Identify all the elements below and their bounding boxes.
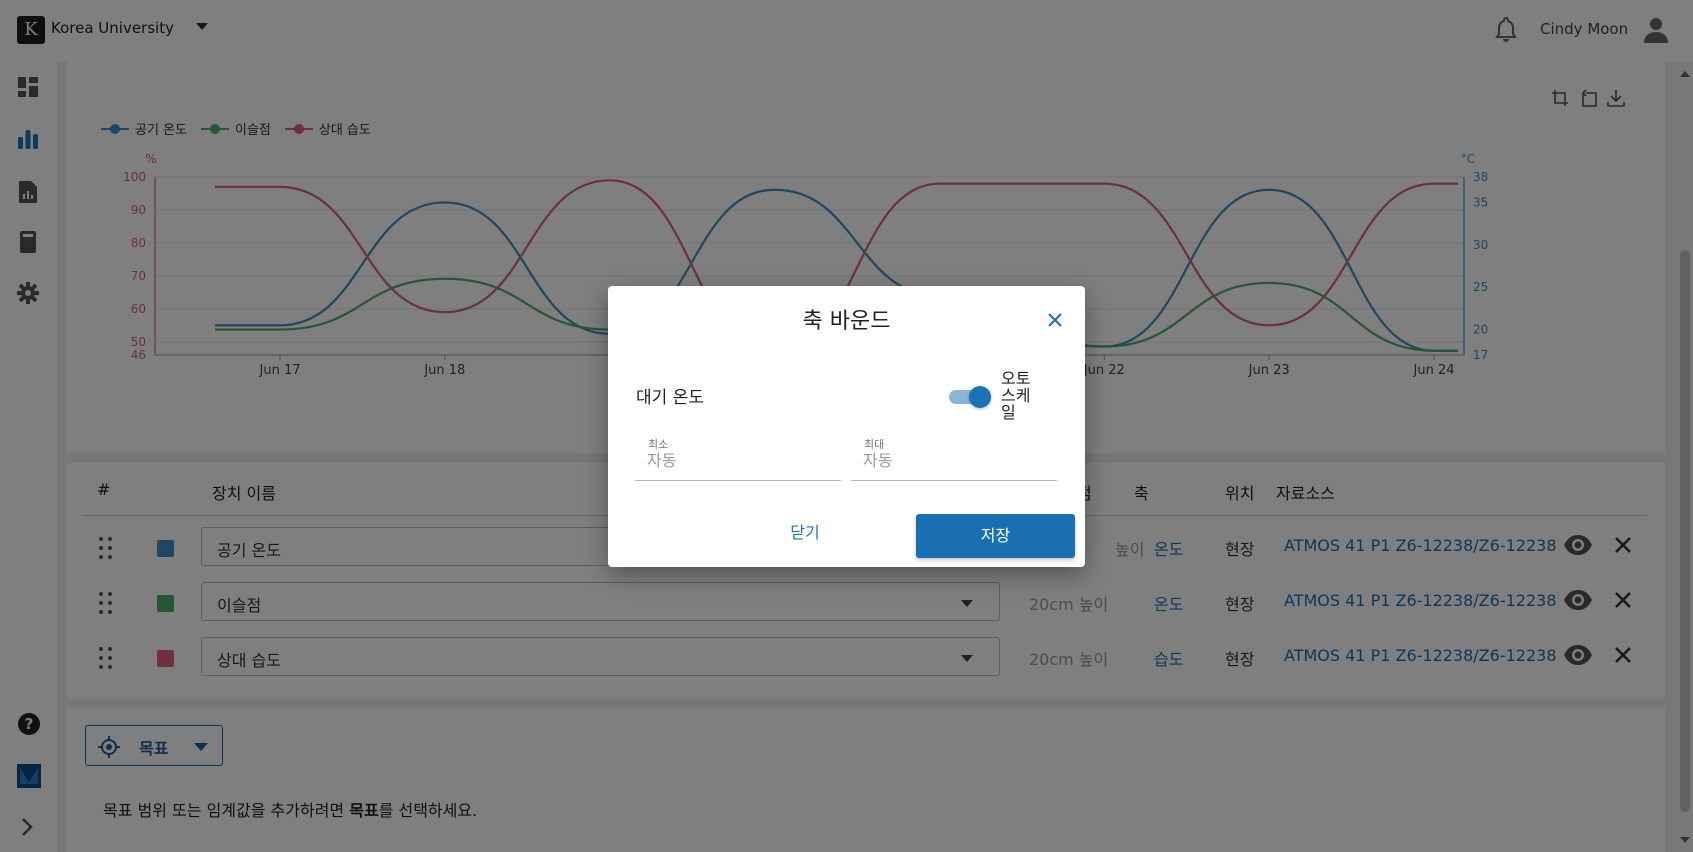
- save-button[interactable]: 저장: [916, 514, 1075, 558]
- axis-name: 대기 온도: [636, 388, 704, 408]
- max-input[interactable]: [863, 451, 1043, 470]
- axis-bounds-dialog: 축 바운드 대기 온도 오토스케일 최소 최대 닫기 저장: [608, 286, 1085, 567]
- max-field-label: 최대: [864, 438, 885, 451]
- close-button[interactable]: 닫기: [755, 513, 855, 553]
- autoscale-toggle-knob[interactable]: [969, 386, 991, 408]
- min-field-label: 최소: [648, 438, 669, 451]
- autoscale-label: 오토스케일: [1001, 369, 1031, 422]
- close-icon[interactable]: [1048, 312, 1062, 331]
- max-field[interactable]: 최대: [851, 431, 1057, 481]
- dialog-title: 축 바운드: [802, 309, 891, 334]
- min-field[interactable]: 최소: [635, 431, 841, 481]
- min-input[interactable]: [647, 451, 827, 470]
